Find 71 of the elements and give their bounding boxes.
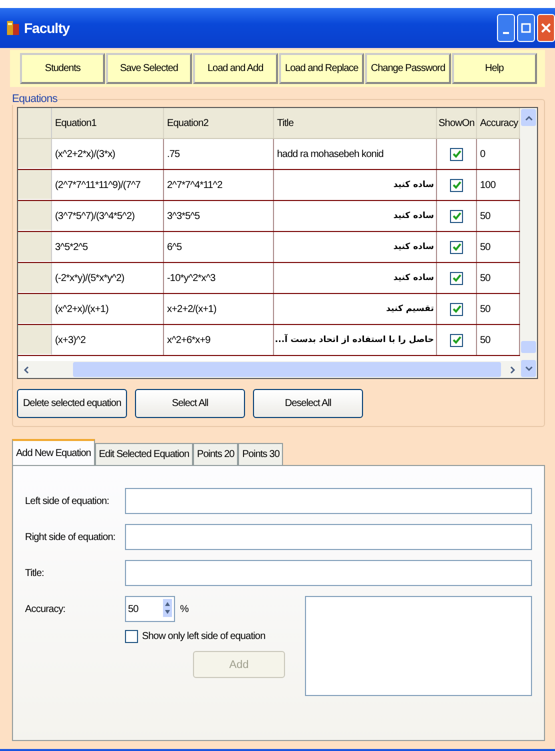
- toolbar-button[interactable]: Load and Replace: [278, 53, 364, 84]
- input-field[interactable]: [125, 488, 532, 514]
- tab[interactable]: Add New Equation: [12, 439, 95, 465]
- toolbar-button[interactable]: Change Password: [365, 53, 451, 84]
- table-cell: 6^5: [164, 232, 274, 262]
- toolbar-button[interactable]: Save Selected: [106, 53, 192, 84]
- table-cell: 3^3*5^5: [164, 201, 274, 231]
- field-label: Accuracy:: [25, 604, 66, 614]
- checkbox[interactable]: [450, 210, 463, 222]
- checkbox[interactable]: [450, 302, 463, 316]
- minimize-button[interactable]: [497, 14, 515, 42]
- column-header[interactable]: Title: [274, 108, 437, 138]
- table-cell: (2^7*7^11*11^9)/(7^7: [52, 170, 164, 200]
- scroll-thumb[interactable]: [521, 341, 536, 353]
- tab[interactable]: Points 30: [238, 443, 284, 465]
- minimize-icon: [503, 32, 509, 34]
- maximize-button[interactable]: [517, 14, 535, 42]
- checkbox[interactable]: [450, 334, 463, 346]
- field-label: Right side of equation:: [25, 532, 116, 542]
- table-cell: (x^2+x)/(x+1): [52, 294, 164, 324]
- input-field[interactable]: [125, 524, 532, 550]
- table-cell: 3^5*2^5: [52, 232, 164, 262]
- percent-sign: %: [180, 604, 188, 614]
- table-cell: (x^2+2*x)/(3*x): [52, 139, 164, 169]
- table-cell: ساده کنید: [274, 232, 437, 262]
- window-title: Faculty: [24, 20, 70, 36]
- table-cell: (x+3)^2: [52, 325, 164, 355]
- toolbar-button[interactable]: Help: [452, 53, 537, 84]
- scroll-thumb[interactable]: [73, 362, 501, 377]
- vertical-scrollbar[interactable]: [520, 108, 537, 378]
- input-field[interactable]: [125, 560, 532, 586]
- number-field[interactable]: 50: [125, 596, 175, 622]
- close-button[interactable]: [537, 14, 555, 42]
- table-cell: hadd ra mohasebeh konid: [274, 139, 437, 169]
- checkbox[interactable]: [450, 272, 463, 284]
- scroll-down-button[interactable]: [521, 360, 536, 377]
- maximize-icon: [521, 23, 531, 33]
- field-label: Title:: [25, 568, 45, 578]
- checkbox[interactable]: [450, 148, 463, 160]
- checkbox[interactable]: [450, 178, 463, 192]
- table-cell: حاصل را با استفاده از اتحاد بدست آ...: [274, 325, 437, 355]
- table-cell: 2^7*7^4*11^2: [164, 170, 274, 200]
- tab[interactable]: Edit Selected Equation: [94, 443, 194, 465]
- tab[interactable]: Points 20: [193, 443, 238, 465]
- table-cell: .75: [164, 139, 274, 169]
- group-title: Equations: [11, 93, 58, 105]
- show-only-left-checkbox[interactable]: Show only left side of equation: [125, 630, 285, 643]
- field-label: Left side of equation:: [25, 496, 110, 506]
- scroll-up-button[interactable]: [521, 109, 536, 126]
- table-cell: -10*y^2*x^3: [164, 263, 274, 293]
- table-cell: ساده کنید: [274, 170, 437, 200]
- column-header[interactable]: Equation1: [52, 108, 164, 138]
- column-header[interactable]: Equation2: [164, 108, 274, 138]
- action-button[interactable]: Select All: [135, 389, 245, 418]
- table-cell: ساده کنید: [274, 201, 437, 231]
- table-cell: تقسیم کنید: [274, 294, 437, 324]
- action-button[interactable]: Deselect All: [253, 389, 363, 418]
- table-cell: (3^7*5^7)/(3^4*5^2): [52, 201, 164, 231]
- toolbar-button[interactable]: Students: [20, 53, 106, 84]
- toolbar-button[interactable]: Load and Add: [192, 53, 278, 84]
- checkbox[interactable]: [450, 240, 463, 254]
- close-icon: [541, 23, 551, 33]
- table-cell: (-2*x*y)/(5*x*y^2): [52, 263, 164, 293]
- spin-arrows-icon: [163, 598, 172, 616]
- horizontal-scrollbar[interactable]: [18, 361, 520, 378]
- column-header[interactable]: ShowOn: [437, 108, 477, 138]
- app-icon: [6, 20, 20, 36]
- table-cell: x^2+6*x+9: [164, 325, 274, 355]
- action-button[interactable]: Delete selected equation: [17, 389, 127, 418]
- table-cell: x+2+2/(x+1): [164, 294, 274, 324]
- table-cell: ساده کنید: [274, 263, 437, 293]
